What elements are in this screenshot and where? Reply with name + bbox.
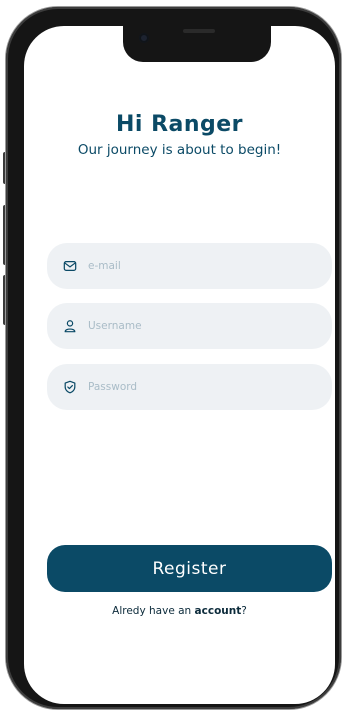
- username-input[interactable]: [86, 319, 310, 333]
- email-input[interactable]: [86, 259, 310, 273]
- header: Hi Ranger Our journey is about to begin!: [24, 112, 335, 158]
- password-input[interactable]: [86, 380, 310, 394]
- page-title: Hi Ranger: [115, 112, 244, 137]
- email-field[interactable]: [47, 243, 332, 289]
- earpiece-speaker: [183, 29, 215, 33]
- front-camera-icon: [139, 33, 149, 43]
- register-button[interactable]: Register: [47, 545, 332, 592]
- shield-check-icon: [64, 380, 76, 394]
- user-icon: [64, 320, 76, 333]
- password-field[interactable]: [47, 364, 332, 410]
- login-prompt-text: Alredy have an: [112, 605, 195, 617]
- login-prompt-suffix: ?: [241, 605, 247, 617]
- notch: [123, 26, 271, 62]
- page-subtitle: Our journey is about to begin!: [77, 142, 282, 158]
- phone-frame: Hi Ranger Our journey is about to begin!: [6, 7, 341, 709]
- mail-icon: [63, 261, 77, 271]
- login-prompt: Alredy have an account?: [24, 605, 335, 617]
- username-field[interactable]: [47, 303, 332, 349]
- phone-screen: Hi Ranger Our journey is about to begin!: [24, 26, 335, 704]
- account-link[interactable]: account: [195, 605, 242, 617]
